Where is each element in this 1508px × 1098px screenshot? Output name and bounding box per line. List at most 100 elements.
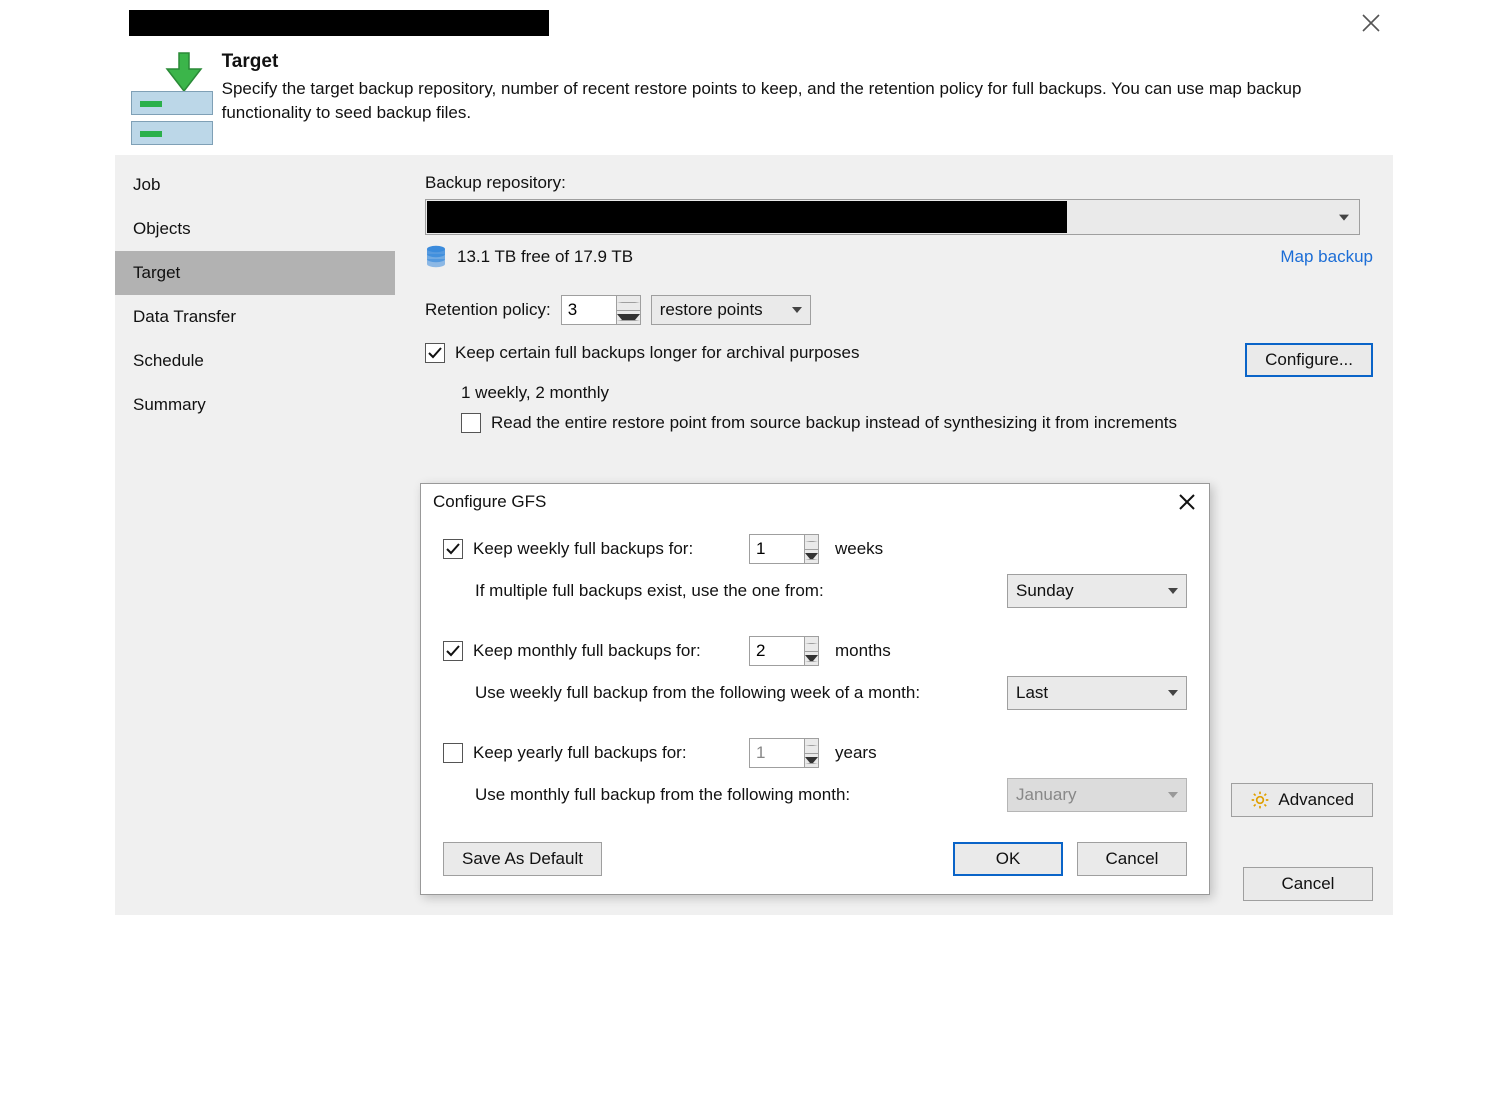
window-title-redacted [129, 10, 549, 36]
wizard-window: Target Specify the target backup reposit… [114, 2, 1394, 916]
dialog-cancel-button[interactable]: Cancel [1077, 842, 1187, 876]
configure-button-label: Configure... [1265, 350, 1353, 370]
gfs-weekly-spinner[interactable] [749, 534, 819, 564]
backup-repo-combo[interactable] [425, 199, 1360, 235]
gfs-monthly-spinner[interactable] [749, 636, 819, 666]
gfs-weekly-label: Keep weekly full backups for: [473, 539, 733, 559]
dialog-cancel-label: Cancel [1106, 849, 1159, 869]
wizard-step-description: Specify the target backup repository, nu… [222, 77, 1379, 125]
nav-item-schedule[interactable]: Schedule [115, 339, 395, 383]
gfs-monthly-sub-label: Use weekly full backup from the followin… [475, 683, 997, 703]
gfs-yearly-group: Keep yearly full backups for: years Use … [443, 738, 1187, 812]
nav-item-target[interactable]: Target [115, 251, 395, 295]
dialog-titlebar: Configure GFS [421, 484, 1209, 522]
nav-item-label: Schedule [133, 351, 204, 370]
map-backup-link[interactable]: Map backup [1280, 247, 1373, 267]
backup-repo-label: Backup repository: [425, 173, 1373, 193]
archival-checkbox[interactable]: Keep certain full backups longer for arc… [425, 343, 859, 363]
checkbox-box [443, 539, 463, 559]
main-footer: Advanced Cancel [1231, 783, 1373, 901]
wizard-header: Target Specify the target backup reposit… [115, 43, 1393, 155]
gfs-weekly-day-value: Sunday [1016, 581, 1074, 601]
close-icon [1359, 11, 1383, 35]
gfs-monthly-unit: months [835, 641, 891, 661]
checkmark-icon [427, 345, 443, 361]
gfs-monthly-label: Keep monthly full backups for: [473, 641, 733, 661]
retention-unit-value: restore points [660, 300, 763, 320]
wizard-nav: Job Objects Target Data Transfer Schedul… [115, 155, 395, 915]
read-entire-checkbox[interactable]: Read the entire restore point from sourc… [461, 413, 1373, 433]
spinner-up-button[interactable] [805, 739, 818, 754]
archival-checkbox-label: Keep certain full backups longer for arc… [455, 343, 859, 363]
gfs-monthly-checkbox[interactable]: Keep monthly full backups for: [443, 641, 733, 661]
chevron-down-icon [1168, 588, 1178, 594]
save-as-default-button[interactable]: Save As Default [443, 842, 602, 876]
gfs-monthly-input[interactable] [750, 637, 804, 665]
retention-count-spinner[interactable] [561, 295, 641, 325]
gfs-weekly-group: Keep weekly full backups for: weeks If m… [443, 534, 1187, 608]
spinner-down-button[interactable] [805, 652, 818, 666]
save-as-default-label: Save As Default [462, 849, 583, 869]
gfs-yearly-checkbox[interactable]: Keep yearly full backups for: [443, 743, 733, 763]
gfs-weekly-unit: weeks [835, 539, 883, 559]
nav-item-summary[interactable]: Summary [115, 383, 395, 427]
backup-repo-value-redacted [427, 201, 1067, 233]
read-entire-checkbox-label: Read the entire restore point from sourc… [491, 413, 1177, 433]
retention-count-input[interactable] [562, 296, 616, 324]
dialog-footer: Save As Default OK Cancel [421, 832, 1209, 894]
nav-item-job[interactable]: Job [115, 163, 395, 207]
chevron-down-icon [792, 307, 802, 313]
chevron-down-icon [1168, 792, 1178, 798]
main-cancel-button-label: Cancel [1282, 874, 1335, 894]
gfs-weekly-sub-label: If multiple full backups exist, use the … [475, 581, 997, 601]
free-space-text: 13.1 TB free of 17.9 TB [457, 247, 633, 267]
nav-item-label: Target [133, 263, 180, 282]
close-icon [1177, 492, 1197, 512]
nav-item-label: Objects [133, 219, 191, 238]
gfs-weekly-input[interactable] [750, 535, 804, 563]
nav-item-label: Summary [133, 395, 206, 414]
dialog-ok-button[interactable]: OK [953, 842, 1063, 876]
checkbox-box [425, 343, 445, 363]
gfs-yearly-unit: years [835, 743, 877, 763]
main-cancel-button[interactable]: Cancel [1243, 867, 1373, 901]
gfs-weekly-day-select[interactable]: Sunday [1007, 574, 1187, 608]
spinner-up-button[interactable] [805, 535, 818, 550]
gfs-yearly-spinner[interactable] [749, 738, 819, 768]
archival-summary-text: 1 weekly, 2 monthly [461, 383, 1373, 403]
spinner-down-button[interactable] [805, 550, 818, 564]
configure-button[interactable]: Configure... [1245, 343, 1373, 377]
checkbox-box [461, 413, 481, 433]
gfs-yearly-month-select: January [1007, 778, 1187, 812]
retention-policy-label: Retention policy: [425, 300, 551, 320]
checkbox-box [443, 743, 463, 763]
gfs-yearly-label: Keep yearly full backups for: [473, 743, 733, 763]
configure-gfs-dialog: Configure GFS Keep weekly full backups f… [420, 483, 1210, 895]
storage-icon [425, 245, 447, 269]
spinner-down-button[interactable] [617, 311, 640, 325]
gfs-weekly-checkbox[interactable]: Keep weekly full backups for: [443, 539, 733, 559]
chevron-down-icon [1339, 215, 1349, 221]
advanced-button[interactable]: Advanced [1231, 783, 1373, 817]
retention-unit-select[interactable]: restore points [651, 295, 811, 325]
titlebar [115, 3, 1393, 43]
dialog-body: Keep weekly full backups for: weeks If m… [421, 522, 1209, 832]
spinner-up-button[interactable] [805, 637, 818, 652]
gfs-monthly-week-select[interactable]: Last [1007, 676, 1187, 710]
advanced-button-label: Advanced [1278, 790, 1354, 810]
gfs-monthly-week-value: Last [1016, 683, 1048, 703]
gfs-yearly-input[interactable] [750, 739, 804, 767]
nav-item-objects[interactable]: Objects [115, 207, 395, 251]
nav-item-data-transfer[interactable]: Data Transfer [115, 295, 395, 339]
spinner-down-button[interactable] [805, 754, 818, 768]
dialog-close-button[interactable] [1177, 492, 1197, 512]
window-close-button[interactable] [1359, 11, 1383, 35]
checkmark-icon [445, 541, 461, 557]
checkbox-box [443, 641, 463, 661]
dialog-title: Configure GFS [433, 492, 546, 512]
nav-item-label: Data Transfer [133, 307, 236, 326]
gfs-yearly-sub-label: Use monthly full backup from the followi… [475, 785, 997, 805]
gfs-monthly-group: Keep monthly full backups for: months Us… [443, 636, 1187, 710]
spinner-up-button[interactable] [617, 296, 640, 311]
nav-item-label: Job [133, 175, 160, 194]
